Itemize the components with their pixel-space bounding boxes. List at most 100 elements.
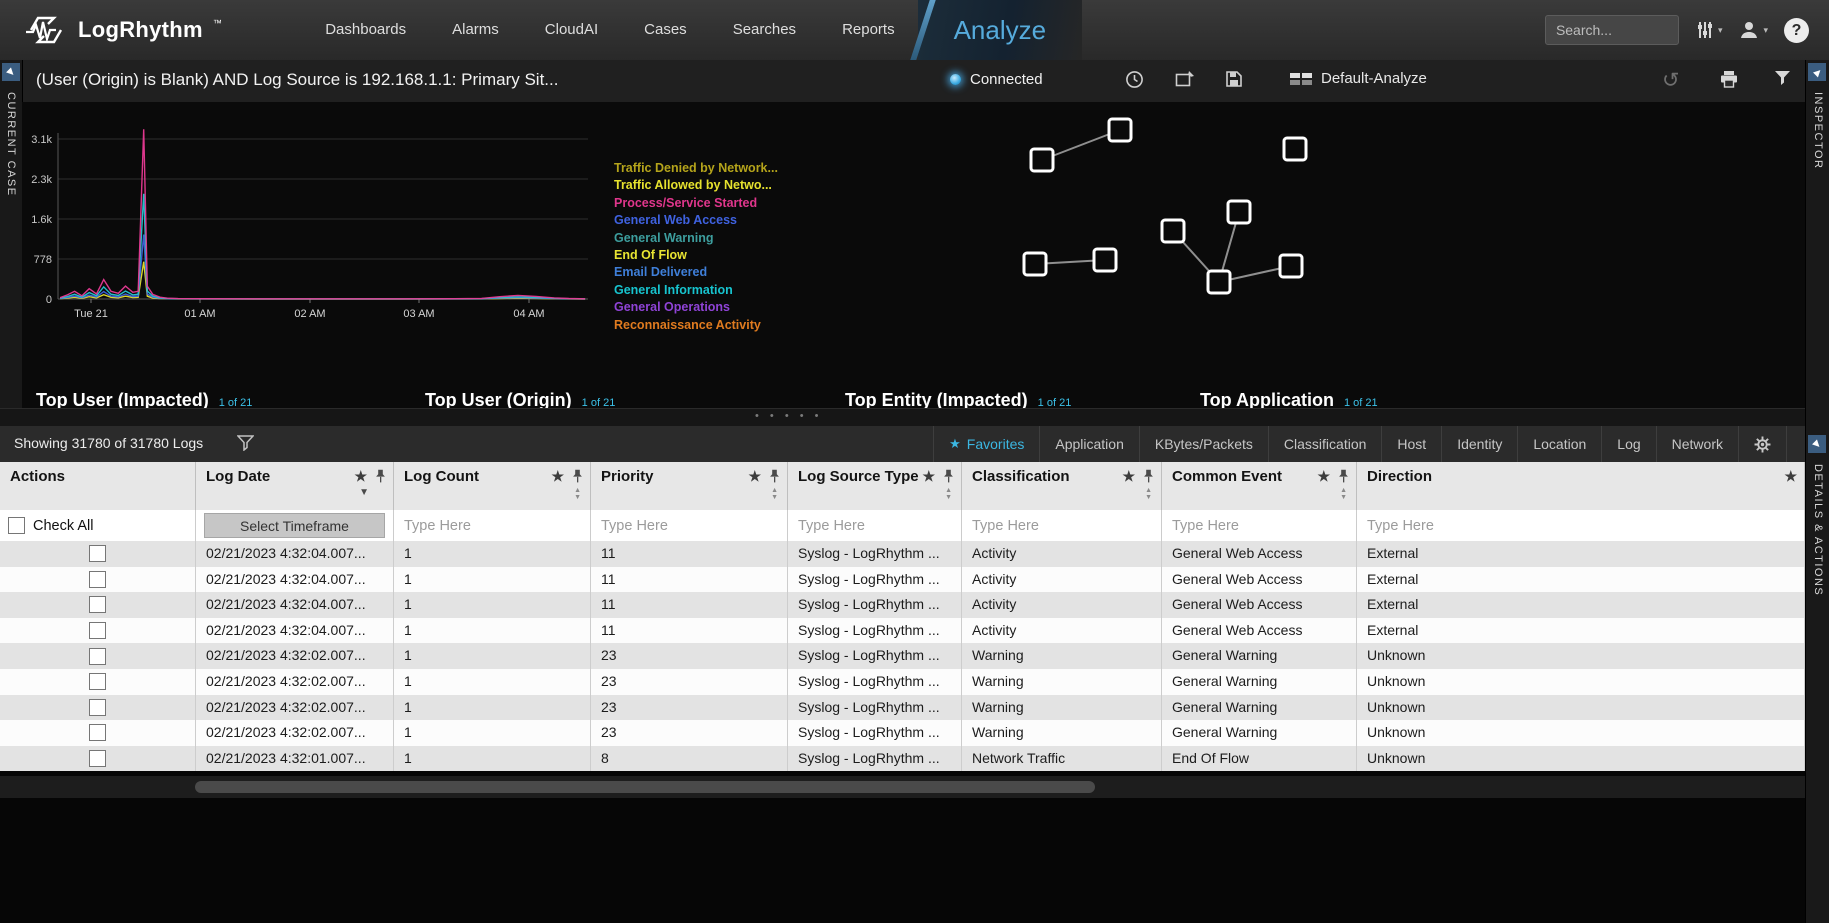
legend-item-process-service-started[interactable]: Process/Service Started [614, 195, 778, 212]
row-checkbox[interactable] [89, 724, 106, 741]
column-header-log-source-type[interactable]: Log Source Type★▲▼ [788, 462, 962, 510]
row-checkbox[interactable] [89, 545, 106, 562]
column-header-priority[interactable]: Priority★▲▼ [591, 462, 788, 510]
column-header-log-date[interactable]: Log Date★▼ [196, 462, 394, 510]
expand-inspector-button[interactable]: ▶ [1808, 63, 1826, 81]
trend-line-chart[interactable]: 3.1k2.3k1.6k7780Tue 2101 AM02 AM03 AM04 … [22, 118, 632, 333]
pin-column-icon[interactable] [375, 469, 386, 486]
sort-toggle-icon[interactable]: ▲▼ [945, 487, 952, 501]
help-button[interactable]: ? [1784, 18, 1809, 43]
column-header-actions[interactable]: Actions [0, 462, 196, 510]
panel-splitter[interactable]: • • • • • [0, 408, 1805, 428]
tab-log[interactable]: Log [1601, 426, 1655, 462]
splitter-grip[interactable]: • • • • • [755, 410, 822, 422]
network-graph[interactable] [990, 108, 1330, 308]
legend-item-traffic-allowed-by-netwo[interactable]: Traffic Allowed by Netwo... [614, 177, 778, 194]
check-all-checkbox[interactable] [8, 517, 25, 534]
row-checkbox[interactable] [89, 699, 106, 716]
favorite-column-icon[interactable]: ★ [922, 469, 935, 483]
log-row[interactable]: 02/21/2023 4:32:02.007...123Syslog - Log… [0, 720, 1805, 746]
graph-node-4[interactable] [1228, 201, 1250, 223]
pin-column-icon[interactable] [943, 469, 954, 486]
grid-settings-button[interactable] [1738, 426, 1787, 462]
search-input[interactable]: Search... [1545, 15, 1679, 45]
expand-current-case-button[interactable]: ▶ [2, 63, 20, 81]
legend-item-email-delivered[interactable]: Email Delivered [614, 264, 778, 281]
nav-item-reports[interactable]: Reports [819, 0, 918, 60]
sort-toggle-icon[interactable]: ▲▼ [1145, 487, 1152, 501]
current-case-label[interactable]: CURRENT CASE [5, 92, 17, 197]
pin-column-icon[interactable] [1338, 469, 1349, 486]
graph-node-3[interactable] [1162, 220, 1184, 242]
legend-item-end-of-flow[interactable]: End Of Flow [614, 247, 778, 264]
log-row[interactable]: 02/21/2023 4:32:04.007...111Syslog - Log… [0, 567, 1805, 593]
pin-column-icon[interactable] [1143, 469, 1154, 486]
row-checkbox[interactable] [89, 622, 106, 639]
nav-item-searches[interactable]: Searches [710, 0, 819, 60]
graph-node-6[interactable] [1094, 249, 1116, 271]
filter-input-classification[interactable] [970, 513, 1153, 539]
expand-details-actions-button[interactable]: ▶ [1808, 435, 1826, 453]
log-row[interactable]: 02/21/2023 4:32:02.007...123Syslog - Log… [0, 669, 1805, 695]
graph-node-5[interactable] [1024, 253, 1046, 275]
row-checkbox[interactable] [89, 673, 106, 690]
nav-item-alarms[interactable]: Alarms [429, 0, 522, 60]
print-button[interactable] [1719, 70, 1739, 93]
filter-input-common-event[interactable] [1170, 513, 1348, 539]
row-checkbox[interactable] [89, 571, 106, 588]
graph-node-0[interactable] [1109, 119, 1131, 141]
graph-node-8[interactable] [1280, 255, 1302, 277]
log-row[interactable]: 02/21/2023 4:32:04.007...111Syslog - Log… [0, 592, 1805, 618]
favorite-column-icon[interactable]: ★ [1784, 469, 1797, 483]
favorite-column-icon[interactable]: ★ [551, 469, 564, 483]
tab-network[interactable]: Network [1656, 426, 1738, 462]
tab-kbytes-packets[interactable]: KBytes/Packets [1139, 426, 1268, 462]
tab-location[interactable]: Location [1517, 426, 1601, 462]
pin-column-icon[interactable] [572, 469, 583, 486]
tab-application[interactable]: Application [1039, 426, 1139, 462]
layout-selector[interactable]: Default-Analyze [1290, 70, 1427, 87]
column-header-classification[interactable]: Classification★▲▼ [962, 462, 1162, 510]
legend-item-general-warning[interactable]: General Warning [614, 230, 778, 247]
column-header-log-count[interactable]: Log Count★▲▼ [394, 462, 591, 510]
legend-item-general-information[interactable]: General Information [614, 282, 778, 299]
graph-node-7[interactable] [1208, 271, 1230, 293]
sort-toggle-icon[interactable]: ▲▼ [1340, 487, 1347, 501]
row-checkbox[interactable] [89, 750, 106, 767]
legend-item-general-web-access[interactable]: General Web Access [614, 212, 778, 229]
details-actions-label[interactable]: DETAILS & ACTIONS [1812, 464, 1824, 596]
preferences-menu-button[interactable]: ▾ [1695, 20, 1723, 40]
row-checkbox[interactable] [89, 648, 106, 665]
tab-host[interactable]: Host [1381, 426, 1441, 462]
tab-favorites[interactable]: ★Favorites [933, 426, 1039, 462]
log-row[interactable]: 02/21/2023 4:32:02.007...123Syslog - Log… [0, 643, 1805, 669]
save-layout-button[interactable] [1225, 70, 1243, 93]
column-header-common-event[interactable]: Common Event★▲▼ [1162, 462, 1357, 510]
pin-column-icon[interactable] [769, 469, 780, 486]
pin-search-button[interactable] [1175, 70, 1196, 93]
sort-toggle-icon[interactable]: ▲▼ [771, 487, 778, 501]
favorite-column-icon[interactable]: ★ [1122, 469, 1135, 483]
grid-filter-button[interactable] [237, 435, 254, 456]
legend-item-general-operations[interactable]: General Operations [614, 299, 778, 316]
filter-input-log-source-type[interactable] [796, 513, 953, 539]
log-row[interactable]: 02/21/2023 4:32:02.007...123Syslog - Log… [0, 695, 1805, 721]
favorite-column-icon[interactable]: ★ [354, 469, 367, 483]
nav-item-cloudai[interactable]: CloudAI [522, 0, 621, 60]
nav-item-analyze[interactable]: Analyze [918, 0, 1083, 60]
sort-toggle-icon[interactable]: ▲▼ [574, 487, 581, 501]
filter-input-priority[interactable] [599, 513, 779, 539]
sort-desc-icon[interactable]: ▼ [359, 488, 369, 498]
log-row[interactable]: 02/21/2023 4:32:01.007...18Syslog - LogR… [0, 746, 1805, 772]
time-range-button[interactable] [1125, 70, 1144, 94]
widget-pager[interactable]: 1 of 21 [1038, 397, 1072, 408]
user-menu-button[interactable]: ▾ [1738, 19, 1768, 41]
widget-pager[interactable]: 1 of 21 [219, 397, 253, 408]
widget-pager[interactable]: 1 of 21 [582, 397, 616, 408]
inspector-label[interactable]: INSPECTOR [1812, 92, 1824, 169]
favorite-column-icon[interactable]: ★ [1317, 469, 1330, 483]
tab-classification[interactable]: Classification [1268, 426, 1381, 462]
brand[interactable]: LogRhythm™ [0, 13, 222, 47]
undo-button[interactable]: ↺ [1662, 70, 1680, 92]
log-row[interactable]: 02/21/2023 4:32:04.007...111Syslog - Log… [0, 618, 1805, 644]
